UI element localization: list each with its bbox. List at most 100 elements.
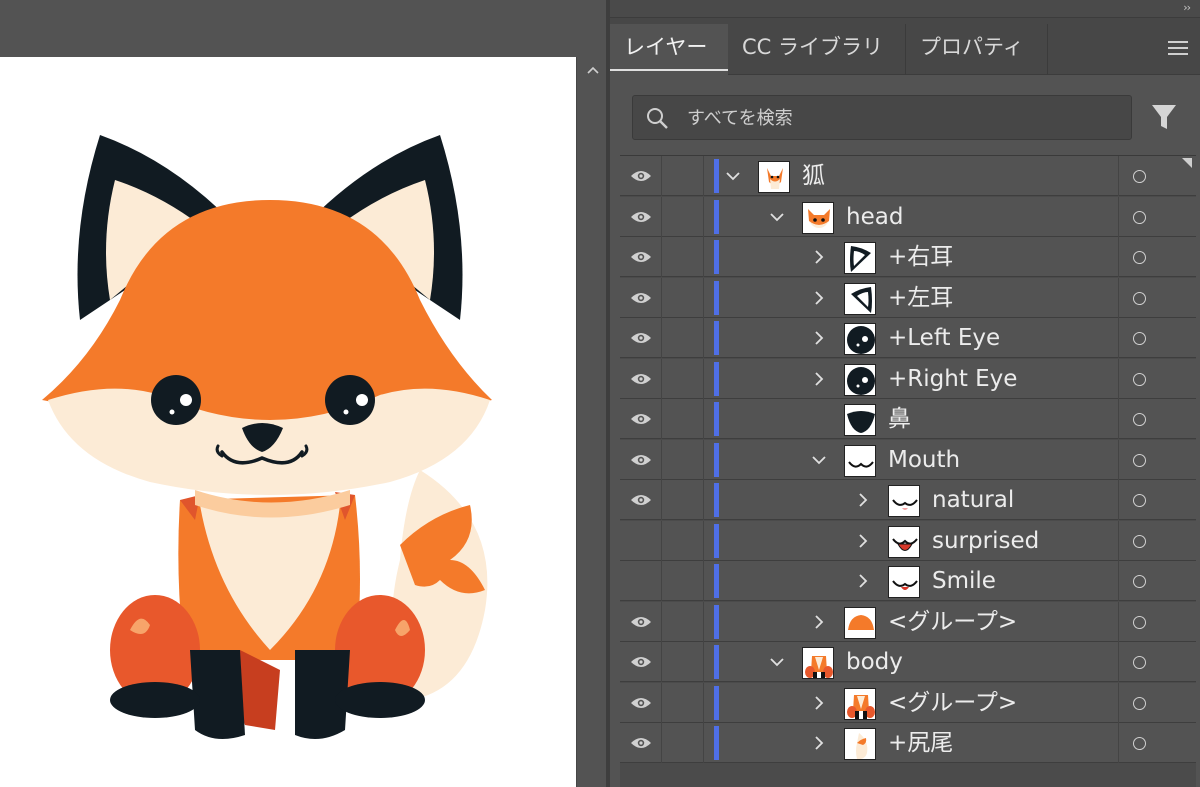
target-toggle[interactable] <box>1118 318 1196 358</box>
lock-toggle[interactable] <box>662 642 704 682</box>
chevron-right-icon[interactable] <box>810 613 828 631</box>
target-circle-icon <box>1133 737 1146 750</box>
layer-row[interactable]: 狐 <box>620 156 1196 196</box>
chevron-down-icon[interactable] <box>768 208 786 226</box>
lock-toggle[interactable] <box>662 480 704 520</box>
layer-row[interactable]: head <box>620 196 1196 237</box>
layer-thumbnail <box>844 242 876 274</box>
layer-color-bar <box>714 442 719 477</box>
target-toggle[interactable] <box>1118 561 1196 601</box>
lock-toggle[interactable] <box>662 399 704 439</box>
visibility-toggle[interactable] <box>620 196 662 237</box>
tab-properties[interactable]: プロパティ <box>906 24 1048 75</box>
lock-toggle[interactable] <box>662 561 704 601</box>
chevron-right-icon[interactable] <box>810 370 828 388</box>
visibility-toggle[interactable] <box>620 561 662 601</box>
layer-row[interactable]: <グループ> <box>620 682 1196 723</box>
eye-icon <box>631 454 651 465</box>
visibility-toggle[interactable] <box>620 682 662 723</box>
layer-row[interactable]: 鼻 <box>620 399 1196 439</box>
lock-toggle[interactable] <box>662 277 704 318</box>
layer-row[interactable]: +Left Eye <box>620 318 1196 358</box>
visibility-toggle[interactable] <box>620 480 662 520</box>
panel-menu-icon[interactable] <box>1168 41 1188 57</box>
layer-color-bar <box>714 726 719 760</box>
target-toggle[interactable] <box>1118 642 1196 682</box>
chevron-down-icon[interactable] <box>724 167 742 185</box>
target-toggle[interactable] <box>1118 601 1196 642</box>
visibility-toggle[interactable] <box>620 723 662 763</box>
target-toggle[interactable] <box>1118 520 1196 561</box>
lock-toggle[interactable] <box>662 601 704 642</box>
layer-row[interactable]: +尻尾 <box>620 723 1196 763</box>
artboard-canvas[interactable] <box>0 57 576 787</box>
chevron-right-icon[interactable] <box>810 734 828 752</box>
layer-row[interactable]: surprised <box>620 520 1196 561</box>
lock-toggle[interactable] <box>662 723 704 763</box>
lock-toggle[interactable] <box>662 358 704 399</box>
layer-name: +Right Eye <box>888 365 1018 392</box>
layer-row[interactable]: <グループ> <box>620 601 1196 642</box>
layer-row[interactable]: +Right Eye <box>620 358 1196 399</box>
layer-name: +右耳 <box>888 244 954 270</box>
layer-row[interactable]: +左耳 <box>620 277 1196 318</box>
collapse-panel-icon[interactable]: ›› <box>1183 1 1191 14</box>
visibility-toggle[interactable] <box>620 399 662 439</box>
target-toggle[interactable] <box>1118 480 1196 520</box>
lock-toggle[interactable] <box>662 156 704 196</box>
target-toggle[interactable] <box>1118 682 1196 723</box>
chevron-up-icon[interactable] <box>586 63 600 77</box>
layer-row[interactable]: Mouth <box>620 439 1196 480</box>
layer-row[interactable]: natural <box>620 480 1196 520</box>
lock-toggle[interactable] <box>662 439 704 480</box>
search-input[interactable] <box>687 102 1107 134</box>
target-toggle[interactable] <box>1118 196 1196 237</box>
layer-color-bar <box>714 199 719 234</box>
canvas-vertical-scrollbar[interactable] <box>576 57 608 787</box>
visibility-toggle[interactable] <box>620 156 662 196</box>
lock-toggle[interactable] <box>662 520 704 561</box>
chevron-right-icon[interactable] <box>854 491 872 509</box>
chevron-down-icon[interactable] <box>768 653 786 671</box>
lock-toggle[interactable] <box>662 196 704 237</box>
fox-illustration <box>42 135 492 739</box>
target-toggle[interactable] <box>1118 439 1196 480</box>
target-toggle[interactable] <box>1118 156 1196 196</box>
eye-icon <box>631 292 651 303</box>
layer-color-bar <box>714 361 719 396</box>
chevron-right-icon[interactable] <box>810 248 828 266</box>
target-circle-icon <box>1133 372 1146 386</box>
visibility-toggle[interactable] <box>620 277 662 318</box>
tab-cc-libraries[interactable]: CC ライブラリ <box>728 24 906 75</box>
target-toggle[interactable] <box>1118 723 1196 763</box>
filter-icon[interactable] <box>1150 102 1178 132</box>
target-toggle[interactable] <box>1118 277 1196 318</box>
visibility-toggle[interactable] <box>620 318 662 358</box>
chevron-down-icon[interactable] <box>810 451 828 469</box>
layer-thumbnail <box>888 485 920 517</box>
chevron-right-icon[interactable] <box>854 532 872 550</box>
lock-toggle[interactable] <box>662 237 704 277</box>
lock-toggle[interactable] <box>662 318 704 358</box>
target-circle-icon <box>1133 615 1146 629</box>
tab-layers[interactable]: レイヤー <box>610 24 728 75</box>
visibility-toggle[interactable] <box>620 439 662 480</box>
layer-row[interactable]: Smile <box>620 561 1196 601</box>
chevron-right-icon[interactable] <box>854 572 872 590</box>
lock-toggle[interactable] <box>662 682 704 723</box>
target-toggle[interactable] <box>1118 399 1196 439</box>
visibility-toggle[interactable] <box>620 601 662 642</box>
chevron-right-icon[interactable] <box>810 289 828 307</box>
target-toggle[interactable] <box>1118 358 1196 399</box>
visibility-toggle[interactable] <box>620 642 662 682</box>
eye-icon <box>631 657 651 667</box>
target-toggle[interactable] <box>1118 237 1196 277</box>
layer-row[interactable]: body <box>620 642 1196 682</box>
chevron-right-icon[interactable] <box>810 329 828 347</box>
visibility-toggle[interactable] <box>620 358 662 399</box>
visibility-toggle[interactable] <box>620 520 662 561</box>
chevron-right-icon[interactable] <box>810 694 828 712</box>
search-box[interactable] <box>632 95 1132 140</box>
visibility-toggle[interactable] <box>620 237 662 277</box>
layer-row[interactable]: +右耳 <box>620 237 1196 277</box>
